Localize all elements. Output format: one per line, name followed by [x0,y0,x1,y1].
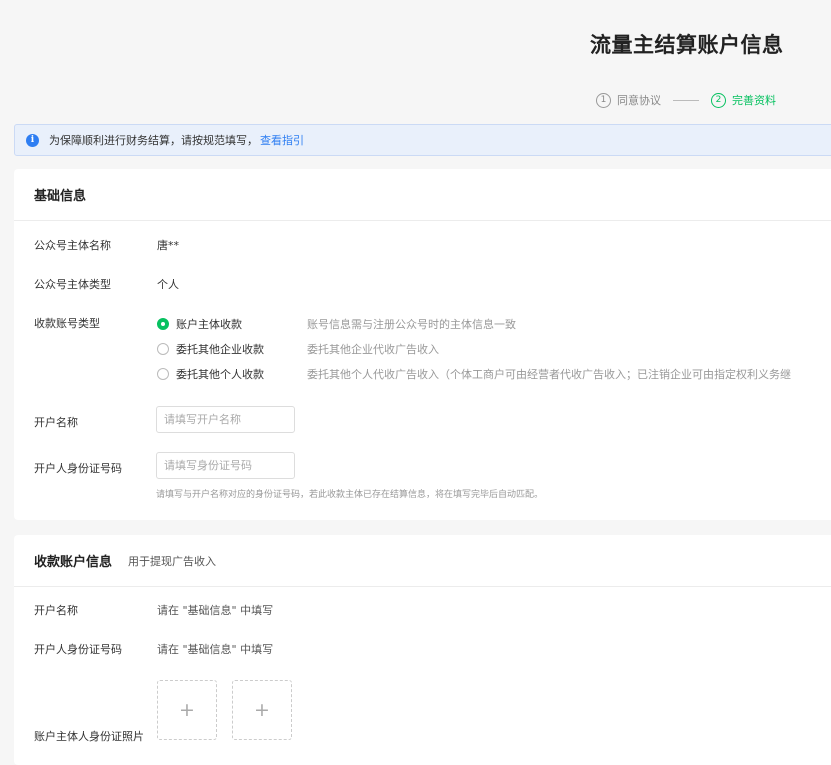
section-title: 基础信息 [34,189,87,204]
upload-id-back-button[interactable]: + [232,680,292,740]
step-divider [673,99,699,101]
step-label: 完善资料 [732,94,776,107]
notice-bar: i 为保障顺利进行财务结算，请按规范填写， 查看指引 [14,124,831,156]
step-label: 同意协议 [617,94,661,107]
radio-unchecked-icon[interactable] [157,343,169,355]
id-photo-label: 账户主体人身份证照片 [34,730,144,743]
receive-id-value: 请在 "基础信息" 中填写 [157,643,274,656]
plus-icon: + [179,699,195,721]
entity-name-value: 唐** [157,239,179,252]
receive-account-name-value: 请在 "基础信息" 中填写 [157,604,274,617]
radio-label[interactable]: 委托其他企业收款 [176,341,307,357]
radio-label[interactable]: 委托其他个人收款 [176,366,307,382]
step-complete-info: 2 完善资料 [711,92,776,108]
id-number-hint: 请填写与开户名称对应的身份证号码，若此收款主体已存在结算信息，将在填写完毕后自动… [156,490,544,500]
card-header: 基础信息 [14,169,831,221]
account-name-label: 开户名称 [34,416,78,429]
id-number-input[interactable] [156,452,295,479]
receive-account-card: 收款账户信息 用于提现广告收入 开户名称 请在 "基础信息" 中填写 开户人身份… [14,535,831,765]
radio-unchecked-icon[interactable] [157,368,169,380]
receive-id-label: 开户人身份证号码 [34,643,122,656]
upload-id-front-button[interactable]: + [157,680,217,740]
radio-desc: 委托其他企业代收广告收入 [307,343,439,356]
account-type-label: 收款账号类型 [34,317,100,330]
account-name-input[interactable] [156,406,295,433]
entity-name-label: 公众号主体名称 [34,239,111,252]
section-subtitle: 用于提现广告收入 [128,554,217,568]
basic-info-card: 基础信息 公众号主体名称 唐** 公众号主体类型 个人 收款账号类型 账户主体收… [14,169,831,520]
radio-option-person[interactable]: 委托其他个人收款 委托其他个人代收广告收入（个体工商户可由经营者代收广告收入；已… [157,366,791,382]
page-title: 流量主结算账户信息 [590,33,784,57]
notice-text: 为保障顺利进行财务结算，请按规范填写， [49,134,258,147]
plus-icon: + [254,699,270,721]
radio-label[interactable]: 账户主体收款 [176,316,307,332]
radio-desc: 委托其他个人代收广告收入（个体工商户可由经营者代收广告收入；已注销企业可由指定权… [307,368,791,381]
id-number-label: 开户人身份证号码 [34,462,122,475]
progress-steps: 1 同意协议 2 完善资料 [596,92,776,108]
radio-desc: 账号信息需与注册公众号时的主体信息一致 [307,318,516,331]
entity-type-value: 个人 [157,278,179,291]
view-guide-link[interactable]: 查看指引 [260,132,304,148]
radio-option-company[interactable]: 委托其他企业收款 委托其他企业代收广告收入 [157,341,439,357]
step-agree: 1 同意协议 [596,92,661,108]
step-number-icon: 2 [711,92,726,108]
section-title: 收款账户信息 [34,555,113,570]
receive-account-name-label: 开户名称 [34,604,78,617]
step-number-icon: 1 [596,92,611,108]
radio-option-self[interactable]: 账户主体收款 账号信息需与注册公众号时的主体信息一致 [157,316,516,332]
card-header: 收款账户信息 用于提现广告收入 [14,535,831,587]
entity-type-label: 公众号主体类型 [34,278,111,291]
info-icon: i [26,133,39,147]
radio-checked-icon[interactable] [157,318,169,330]
